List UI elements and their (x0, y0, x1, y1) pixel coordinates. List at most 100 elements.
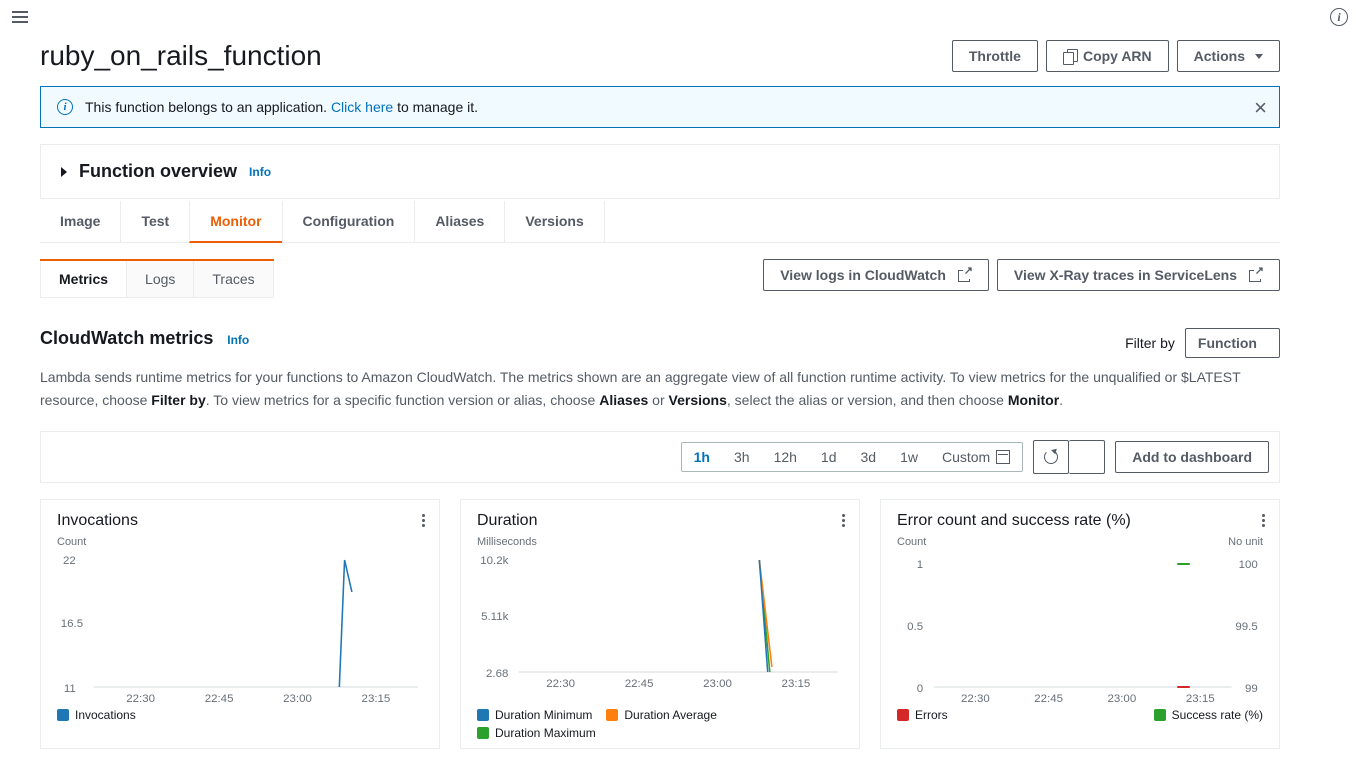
chart-title: Error count and success rate (%) (897, 512, 1263, 530)
overview-info-link[interactable]: Info (249, 165, 271, 179)
filter-by-dropdown[interactable]: Function (1185, 328, 1280, 358)
chart-menu-icon[interactable] (838, 510, 849, 531)
chart-card-invocations: Invocations Count 22 16.5 11 22:30 22:45… (40, 499, 440, 749)
metrics-description: Lambda sends runtime metrics for your fu… (40, 366, 1280, 411)
time-range-custom[interactable]: Custom (930, 443, 1022, 471)
add-to-dashboard-button[interactable]: Add to dashboard (1115, 441, 1269, 473)
tab-configuration[interactable]: Configuration (282, 201, 415, 242)
manage-application-link[interactable]: Click here (331, 99, 393, 115)
svg-text:22: 22 (63, 555, 76, 567)
svg-text:22:45: 22:45 (625, 678, 654, 690)
y-axis-label-right: No unit (1228, 536, 1263, 548)
help-panel-toggle[interactable]: i (1330, 8, 1348, 26)
legend-item[interactable]: Duration Minimum (477, 708, 592, 722)
nav-toggle-icon[interactable] (12, 8, 28, 26)
throttle-button[interactable]: Throttle (952, 40, 1038, 72)
tab-monitor[interactable]: Monitor (189, 201, 281, 243)
chart-legend: Errors Success rate (%) (897, 708, 1263, 722)
legend-item[interactable]: Duration Average (606, 708, 717, 722)
svg-text:22:30: 22:30 (126, 693, 155, 702)
subtab-logs[interactable]: Logs (127, 261, 194, 298)
refresh-icon (1044, 450, 1058, 464)
expand-icon[interactable] (61, 167, 67, 177)
page-title: ruby_on_rails_function (40, 40, 322, 72)
time-range-3d[interactable]: 3d (849, 443, 889, 471)
y-axis-label: Count (57, 536, 423, 548)
tab-image[interactable]: Image (60, 201, 120, 242)
chart-title: Duration (477, 512, 843, 530)
view-logs-label: View logs in CloudWatch (780, 266, 946, 284)
svg-text:22:30: 22:30 (961, 693, 990, 702)
svg-text:16.5: 16.5 (61, 618, 83, 630)
caret-down-icon (1255, 54, 1263, 59)
calendar-icon (996, 450, 1010, 464)
chart-title: Invocations (57, 512, 423, 530)
monitor-subtabs: MetricsLogsTraces (40, 259, 274, 298)
metrics-section-title: CloudWatch metrics (40, 328, 213, 348)
legend-swatch (606, 709, 618, 721)
tab-aliases[interactable]: Aliases (414, 201, 504, 242)
y-axis-label-left: Count (897, 536, 926, 548)
legend-swatch (477, 709, 489, 721)
svg-text:99: 99 (1245, 683, 1258, 695)
metrics-info-link[interactable]: Info (227, 333, 249, 347)
view-logs-cloudwatch-button[interactable]: View logs in CloudWatch (763, 259, 989, 291)
svg-text:22:45: 22:45 (205, 693, 234, 702)
chart-plot-area: 22 16.5 11 22:30 22:45 23:00 23:15 (57, 552, 423, 702)
info-icon: i (57, 99, 73, 115)
main-tabs: ImageTestMonitorConfigurationAliasesVers… (40, 201, 1280, 243)
svg-text:0.5: 0.5 (907, 621, 923, 633)
svg-text:22:30: 22:30 (546, 678, 575, 690)
chart-legend: Invocations (57, 708, 423, 722)
view-xray-button[interactable]: View X-Ray traces in ServiceLens (997, 259, 1280, 291)
y-axis-label: Milliseconds (477, 536, 843, 548)
copy-icon (1063, 49, 1077, 63)
chart-plot-area: 1 0.5 0 100 99.5 99 22:30 22:45 23:00 23… (897, 552, 1263, 702)
svg-text:100: 100 (1239, 559, 1258, 571)
time-range-3h[interactable]: 3h (722, 443, 762, 471)
chart-legend: Duration Minimum Duration Average Durati… (477, 708, 843, 740)
header-actions: Throttle Copy ARN Actions (952, 40, 1280, 72)
refresh-button[interactable] (1033, 440, 1069, 474)
time-range-12h[interactable]: 12h (762, 443, 809, 471)
time-range-selector: 1h3h12h1d3d1wCustom (681, 442, 1024, 472)
view-xray-label: View X-Ray traces in ServiceLens (1014, 266, 1237, 284)
svg-text:22:45: 22:45 (1034, 693, 1063, 702)
legend-swatch (1154, 709, 1166, 721)
actions-button[interactable]: Actions (1177, 40, 1280, 72)
subtab-metrics[interactable]: Metrics (40, 261, 127, 298)
alert-text: This function belongs to an application.… (85, 99, 478, 115)
svg-text:23:15: 23:15 (1186, 693, 1215, 702)
svg-text:99.5: 99.5 (1235, 621, 1257, 633)
filter-by-value: Function (1198, 335, 1257, 351)
legend-item[interactable]: Success rate (%) (1154, 708, 1263, 722)
copy-arn-button[interactable]: Copy ARN (1046, 40, 1169, 72)
tab-versions[interactable]: Versions (504, 201, 604, 242)
chart-menu-icon[interactable] (1258, 510, 1269, 531)
svg-text:11: 11 (64, 683, 76, 695)
chart-menu-icon[interactable] (418, 510, 429, 531)
time-range-1h[interactable]: 1h (682, 443, 722, 471)
filter-by-row: Filter by Function (1125, 328, 1280, 358)
svg-text:23:15: 23:15 (362, 693, 391, 702)
refresh-options-button[interactable] (1069, 440, 1105, 474)
svg-text:0: 0 (917, 683, 923, 695)
time-range-1d[interactable]: 1d (809, 443, 849, 471)
legend-swatch (477, 727, 489, 739)
svg-text:23:00: 23:00 (703, 678, 732, 690)
legend-item[interactable]: Errors (897, 708, 948, 722)
svg-text:23:15: 23:15 (782, 678, 811, 690)
time-range-1w[interactable]: 1w (888, 443, 930, 471)
external-link-icon (958, 268, 972, 282)
legend-swatch (57, 709, 69, 721)
close-icon[interactable]: × (1254, 97, 1267, 119)
svg-text:10.2k: 10.2k (480, 555, 509, 567)
copy-arn-label: Copy ARN (1083, 47, 1152, 65)
svg-text:23:00: 23:00 (283, 693, 312, 702)
external-link-icon (1249, 268, 1263, 282)
legend-item[interactable]: Duration Maximum (477, 726, 596, 740)
legend-item[interactable]: Invocations (57, 708, 136, 722)
tab-test[interactable]: Test (120, 201, 189, 242)
subtab-traces[interactable]: Traces (194, 261, 273, 298)
svg-text:23:00: 23:00 (1107, 693, 1136, 702)
